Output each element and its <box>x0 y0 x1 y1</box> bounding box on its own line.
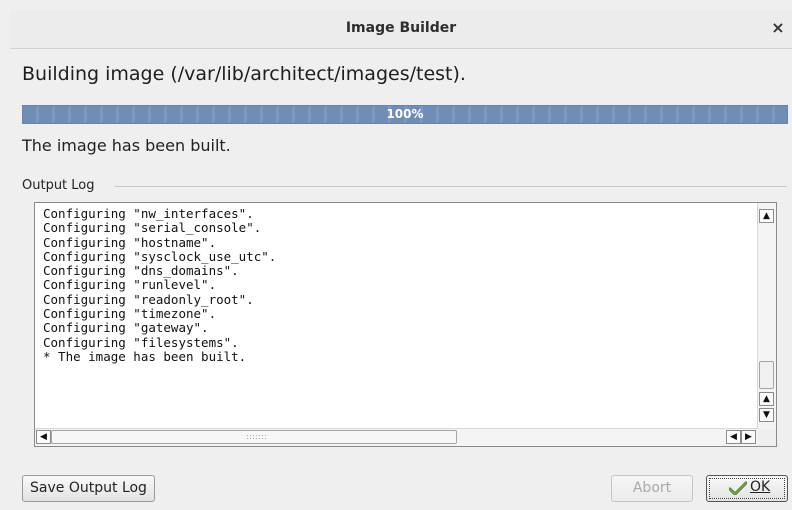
status-text: The image has been built. <box>22 136 231 155</box>
arrow-left-icon[interactable]: ◀ <box>726 430 741 444</box>
check-icon <box>729 481 747 495</box>
vertical-scrollbar[interactable]: ▲ ▲ ▼ <box>757 203 776 429</box>
output-log-textarea[interactable]: Configuring "nw_interfaces". Configuring… <box>34 202 777 447</box>
title-bar: Image Builder × <box>10 10 792 49</box>
page-heading: Building image (/var/lib/architect/image… <box>22 63 466 85</box>
arrow-down-icon[interactable]: ▼ <box>759 408 774 422</box>
arrow-left-icon[interactable]: ◀ <box>36 430 51 444</box>
output-log-divider <box>115 186 787 187</box>
horizontal-scroll-thumb[interactable] <box>51 430 457 444</box>
ok-button[interactable]: OK <box>706 475 788 502</box>
abort-button[interactable]: Abort <box>611 475 693 502</box>
output-log-text: Configuring "nw_interfaces". Configuring… <box>43 206 277 364</box>
arrow-up-icon[interactable]: ▲ <box>759 209 774 223</box>
close-icon[interactable]: × <box>768 18 788 38</box>
scroll-corner <box>758 429 776 446</box>
progress-label: 100% <box>386 107 424 121</box>
progress-bar: 100% <box>22 105 788 124</box>
focus-ring <box>709 478 785 499</box>
grip-icon <box>246 434 268 441</box>
save-output-log-button[interactable]: Save Output Log <box>22 475 155 502</box>
arrow-up-icon[interactable]: ▲ <box>759 392 774 406</box>
horizontal-scrollbar[interactable]: ◀ ◀ ▶ <box>35 428 758 446</box>
ok-button-label: OK <box>750 479 771 495</box>
window-title: Image Builder <box>345 20 457 36</box>
vertical-scroll-thumb[interactable] <box>759 361 774 389</box>
output-log-label: Output Log <box>22 178 99 193</box>
arrow-right-icon[interactable]: ▶ <box>741 430 756 444</box>
